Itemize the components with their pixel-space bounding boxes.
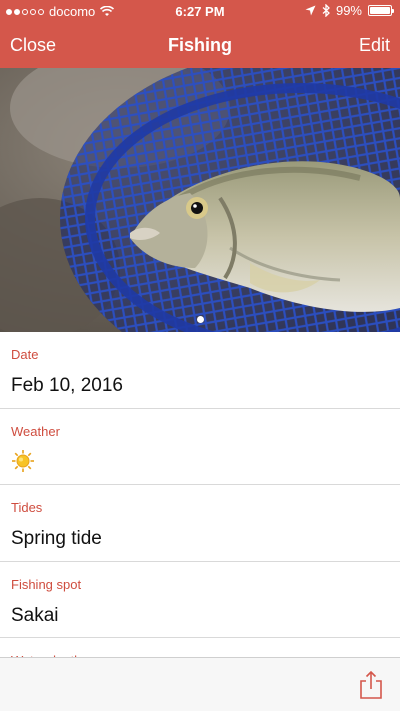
location-arrow-icon [305, 5, 316, 16]
fish-in-net-image [0, 68, 400, 332]
detail-label: Weather [11, 423, 60, 439]
bluetooth-icon [322, 4, 330, 17]
detail-value: Feb 10, 2016 [11, 375, 123, 396]
details-list: Date Feb 10, 2016 Weather Tides Spring t… [0, 332, 400, 711]
battery-icon [368, 5, 394, 16]
detail-row-weather: Weather [0, 409, 400, 485]
detail-row-date: Date Feb 10, 2016 [0, 332, 400, 409]
edit-button[interactable]: Edit [359, 35, 390, 56]
detail-row-tides: Tides Spring tide [0, 485, 400, 562]
status-bar: docomo 6:27 PM 99% [0, 0, 400, 22]
detail-label: Tides [11, 500, 43, 515]
bottom-toolbar [0, 657, 400, 711]
detail-value: Sakai [11, 604, 59, 626]
detail-row-fishing-spot: Fishing spot Sakai [0, 562, 400, 638]
share-icon[interactable] [358, 670, 384, 700]
detail-label: Fishing spot [11, 576, 82, 592]
navigation-bar: Close Fishing Edit [0, 22, 400, 68]
page-title: Fishing [168, 35, 232, 55]
battery-percent: 99% [335, 3, 362, 18]
top-bar: docomo 6:27 PM 99% Close Fishing Edit [0, 0, 400, 68]
detail-label: Date [11, 347, 39, 362]
detail-value: Spring tide [11, 528, 102, 549]
page-indicator-dot [197, 316, 204, 323]
status-right: 99% [305, 3, 394, 18]
catch-photo[interactable] [0, 68, 400, 332]
sun-icon [12, 449, 34, 472]
